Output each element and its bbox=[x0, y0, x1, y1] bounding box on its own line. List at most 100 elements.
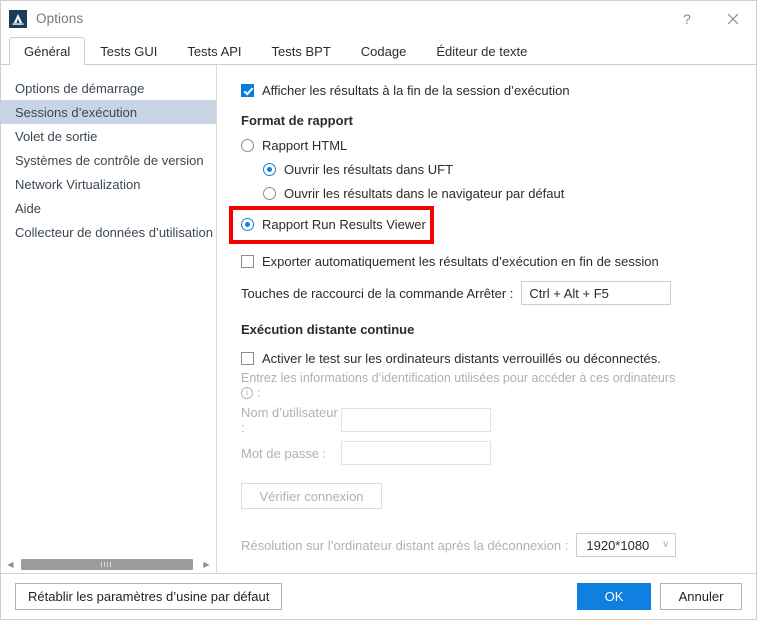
stop-shortcut-label: Touches de raccourci de la commande Arrê… bbox=[241, 285, 514, 301]
radio-ouvrir-resultats-uft[interactable] bbox=[263, 163, 276, 176]
sidebar-item-options-de-demarrage[interactable]: Options de démarrage bbox=[1, 76, 216, 100]
sidebar-item-label: Collecteur de données d’utilisation bbox=[15, 224, 214, 240]
sidebar-item-label: Volet de sortie bbox=[15, 128, 98, 144]
sidebar: Options de démarrage Sessions d’exécutio… bbox=[1, 65, 217, 573]
open-results-uft-row[interactable]: Ouvrir les résultats dans UFT bbox=[263, 162, 756, 177]
app-logo-icon bbox=[9, 9, 27, 28]
radio-ouvrir-resultats-navigateur[interactable] bbox=[263, 187, 276, 200]
credentials-hint-suffix: : bbox=[257, 386, 261, 400]
dialog-body: Options de démarrage Sessions d’exécutio… bbox=[1, 65, 756, 573]
password-row: Mot de passe : bbox=[241, 441, 756, 465]
chevron-down-icon: ∨ bbox=[662, 539, 670, 550]
tab-label: Tests API bbox=[187, 44, 242, 59]
tab-label: Tests BPT bbox=[271, 44, 331, 59]
scrollbar-thumb[interactable] bbox=[21, 559, 193, 570]
cancel-button[interactable]: Annuler bbox=[660, 583, 742, 610]
stop-shortcut-input[interactable]: Ctrl + Alt + F5 bbox=[521, 281, 672, 305]
titlebar-buttons: ? bbox=[664, 1, 756, 36]
radio-rapport-run-results-viewer[interactable] bbox=[241, 218, 254, 231]
tab-label: Éditeur de texte bbox=[436, 44, 528, 59]
sidebar-item-label: Options de démarrage bbox=[15, 80, 145, 96]
tab-label: Général bbox=[24, 44, 71, 59]
resolution-value: 1920*1080 bbox=[586, 537, 650, 553]
close-icon[interactable] bbox=[710, 1, 756, 36]
cancel-label: Annuler bbox=[678, 589, 724, 604]
remote-section-title: Exécution distante continue bbox=[241, 322, 415, 337]
help-icon[interactable]: ? bbox=[664, 1, 710, 36]
sidebar-list: Options de démarrage Sessions d’exécutio… bbox=[1, 65, 216, 556]
info-icon[interactable] bbox=[241, 387, 253, 399]
tab-label: Tests GUI bbox=[100, 44, 158, 59]
report-html-row[interactable]: Rapport HTML bbox=[241, 138, 756, 153]
ok-label: OK bbox=[604, 589, 624, 604]
credentials-hint-info-row: : bbox=[241, 386, 756, 400]
auto-export-label: Exporter automatiquement les résultats d… bbox=[262, 254, 659, 269]
sidebar-item-label: Sessions d’exécution bbox=[15, 104, 138, 120]
stop-shortcut-value: Ctrl + Alt + F5 bbox=[529, 285, 609, 301]
ok-button[interactable]: OK bbox=[577, 583, 651, 610]
sidebar-item-label: Network Virtualization bbox=[15, 176, 141, 192]
scroll-left-glyph: ◀ bbox=[7, 560, 14, 569]
report-format-title: Format de rapport bbox=[241, 113, 353, 128]
restore-defaults-button[interactable]: Rétablir les paramètres d’usine par défa… bbox=[15, 583, 283, 610]
username-label: Nom d’utilisateur : bbox=[241, 405, 338, 435]
show-results-label: Afficher les résultats à la fin de la se… bbox=[262, 83, 570, 98]
username-input[interactable] bbox=[341, 408, 491, 432]
scroll-right-glyph: ▶ bbox=[203, 560, 210, 569]
radio-rapport-run-results-viewer-label: Rapport Run Results Viewer bbox=[262, 217, 426, 232]
stop-shortcut-row: Touches de raccourci de la commande Arrê… bbox=[241, 281, 756, 305]
sidebar-item-sessions-dexecution[interactable]: Sessions d’exécution bbox=[1, 100, 216, 124]
verify-connection-row: Vérifier connexion bbox=[241, 483, 756, 509]
credentials-hint: Entrez les informations d’identification… bbox=[241, 371, 756, 385]
sidebar-item-systemes-de-controle-de-version[interactable]: Systèmes de contrôle de version bbox=[1, 148, 216, 172]
dialog-footer: Rétablir les paramètres d’usine par défa… bbox=[1, 573, 756, 619]
tab-codage[interactable]: Codage bbox=[346, 37, 422, 65]
main-panel: Afficher les résultats à la fin de la se… bbox=[217, 65, 756, 573]
auto-export-row[interactable]: Exporter automatiquement les résultats d… bbox=[241, 254, 756, 269]
scrollbar-track[interactable] bbox=[19, 556, 198, 573]
tab-general[interactable]: Général bbox=[9, 37, 86, 65]
sidebar-item-volet-de-sortie[interactable]: Volet de sortie bbox=[1, 124, 216, 148]
tab-label: Codage bbox=[360, 44, 407, 59]
password-input[interactable] bbox=[341, 441, 491, 465]
auto-export-checkbox[interactable] bbox=[241, 255, 254, 268]
verify-connection-label: Vérifier connexion bbox=[259, 488, 364, 504]
credentials-hint-text: Entrez les informations d’identification… bbox=[241, 371, 676, 385]
verify-connection-button[interactable]: Vérifier connexion bbox=[241, 483, 382, 509]
password-label: Mot de passe : bbox=[241, 445, 327, 461]
sidebar-item-label: Aide bbox=[15, 200, 42, 216]
scroll-right-arrow-icon[interactable]: ▶ bbox=[198, 556, 215, 573]
tab-tests-gui[interactable]: Tests GUI bbox=[85, 37, 172, 65]
tab-tests-api[interactable]: Tests API bbox=[172, 37, 256, 65]
radio-rapport-html-label: Rapport HTML bbox=[262, 138, 348, 153]
open-results-browser-row[interactable]: Ouvrir les résultats dans le navigateur … bbox=[263, 186, 756, 201]
tab-bar: Général Tests GUI Tests API Tests BPT Co… bbox=[1, 36, 756, 65]
enable-remote-checkbox[interactable] bbox=[241, 352, 254, 365]
show-results-row[interactable]: Afficher les résultats à la fin de la se… bbox=[241, 83, 756, 98]
enable-remote-row[interactable]: Activer le test sur les ordinateurs dist… bbox=[241, 351, 756, 366]
tab-tests-bpt[interactable]: Tests BPT bbox=[257, 37, 346, 65]
sidebar-item-collecteur-de-donnees-dutilisation[interactable]: Collecteur de données d’utilisation bbox=[1, 220, 216, 244]
help-glyph: ? bbox=[683, 10, 691, 27]
enable-remote-label: Activer le test sur les ordinateurs dist… bbox=[262, 351, 661, 366]
resolution-row: Résolution sur l’ordinateur distant aprè… bbox=[241, 533, 756, 557]
username-row: Nom d’utilisateur : bbox=[241, 405, 756, 435]
sidebar-item-network-virtualization[interactable]: Network Virtualization bbox=[1, 172, 216, 196]
radio-rapport-html[interactable] bbox=[241, 139, 254, 152]
radio-ouvrir-resultats-uft-label: Ouvrir les résultats dans UFT bbox=[284, 162, 454, 177]
close-glyph bbox=[727, 13, 739, 24]
sidebar-item-label: Systèmes de contrôle de version bbox=[15, 152, 204, 168]
resolution-label: Résolution sur l’ordinateur distant aprè… bbox=[241, 537, 569, 553]
sidebar-horizontal-scrollbar[interactable]: ◀ ▶ bbox=[1, 556, 216, 573]
run-results-viewer-row[interactable]: Rapport Run Results Viewer bbox=[241, 217, 756, 232]
restore-defaults-label: Rétablir les paramètres d’usine par défa… bbox=[28, 589, 270, 604]
resolution-dropdown[interactable]: 1920*1080 ∨ bbox=[576, 533, 677, 557]
sidebar-item-aide[interactable]: Aide bbox=[1, 196, 216, 220]
tab-editeur-de-texte[interactable]: Éditeur de texte bbox=[421, 37, 542, 65]
radio-ouvrir-resultats-navigateur-label: Ouvrir les résultats dans le navigateur … bbox=[284, 186, 565, 201]
show-results-checkbox[interactable] bbox=[241, 84, 254, 97]
window-title: Options bbox=[36, 11, 84, 26]
titlebar: Options ? bbox=[1, 1, 756, 36]
scroll-left-arrow-icon[interactable]: ◀ bbox=[2, 556, 19, 573]
options-dialog: Options ? Général Tests GUI Tests API Te… bbox=[0, 0, 757, 620]
